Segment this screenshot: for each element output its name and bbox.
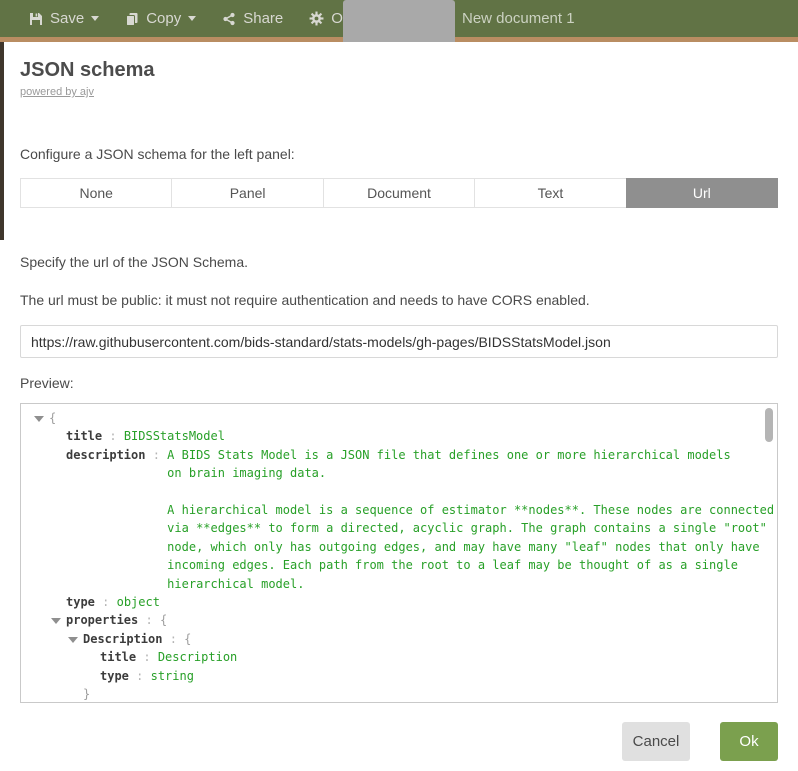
tree-row-description: description : A BIDS Stats Model is a JS… (21, 446, 777, 593)
tree-key: description (66, 446, 145, 464)
tree-value: BIDSStatsModel (124, 427, 225, 445)
tree-colon: : (102, 427, 124, 445)
copy-button[interactable]: Copy (112, 0, 209, 37)
preview-label: Preview: (20, 375, 778, 391)
tree-row-type: type : object (21, 593, 777, 611)
tree-brace: { (184, 630, 191, 648)
schema-mode-url[interactable]: Url (626, 178, 778, 208)
tree-key: properties (66, 611, 138, 629)
preview-scrollbar-thumb[interactable] (765, 408, 773, 442)
tree-key: title (100, 648, 136, 666)
tree-value: object (117, 593, 160, 611)
dialog-title: JSON schema (20, 59, 778, 82)
tree-row: { (21, 409, 777, 427)
tree-row: } (21, 685, 777, 703)
schema-url-input[interactable] (20, 325, 778, 358)
configure-label: Configure a JSON schema for the left pan… (20, 146, 778, 162)
tree-colon: : (129, 667, 151, 685)
floppy-disk-icon (29, 12, 43, 26)
tree-row-title: title : Description (21, 648, 777, 666)
share-button-label: Share (243, 10, 283, 27)
url-instruction: Specify the url of the JSON Schema. (20, 254, 778, 270)
save-button-label: Save (50, 10, 84, 27)
tree-value: A BIDS Stats Model is a JSON file that d… (167, 446, 774, 593)
document-tab[interactable] (343, 0, 455, 42)
cancel-button[interactable]: Cancel (622, 722, 690, 761)
tree-brace: { (160, 611, 167, 629)
tree-row-title: title : BIDSStatsModel (21, 427, 777, 445)
json-schema-dialog: JSON schema powered by ajv Configure a J… (0, 59, 798, 761)
share-nodes-icon (222, 12, 236, 26)
page-left-edge-strip (0, 42, 4, 240)
tree-colon: : (145, 446, 167, 464)
tree-brace: { (49, 409, 56, 427)
top-menu-bar: Save Copy Share (0, 0, 798, 42)
schema-preview-tree: {title : BIDSStatsModeldescription : A B… (20, 403, 778, 703)
caret-down-icon (188, 16, 196, 21)
triangle-down-icon[interactable] (68, 637, 78, 643)
schema-mode-none[interactable]: None (20, 178, 172, 208)
tree-colon: : (162, 630, 184, 648)
tree-row-description: Description : { (21, 630, 777, 648)
tree-colon: : (138, 611, 160, 629)
tree-key: type (66, 593, 95, 611)
triangle-down-icon[interactable] (34, 416, 44, 422)
triangle-down-icon[interactable] (51, 618, 61, 624)
caret-down-icon (91, 16, 99, 21)
tree-colon: : (95, 593, 117, 611)
tree-key: Description (83, 630, 162, 648)
tree-brace: } (83, 685, 90, 703)
url-public-note: The url must be public: it must not requ… (20, 292, 778, 308)
tree-row-properties: properties : { (21, 611, 777, 629)
gear-icon (309, 11, 324, 26)
document-title: New document 1 (462, 0, 575, 37)
copy-pages-icon (125, 12, 139, 26)
tree-key: type (100, 667, 129, 685)
tree-row-type: type : string (21, 667, 777, 685)
share-button[interactable]: Share (209, 0, 296, 37)
schema-mode-document[interactable]: Document (323, 178, 475, 208)
tree-colon: : (136, 648, 158, 666)
dialog-footer: Cancel Ok (20, 722, 778, 761)
schema-mode-selector: NonePanelDocumentTextUrl (20, 178, 778, 208)
tree-value: string (151, 667, 194, 685)
ok-button[interactable]: Ok (720, 722, 778, 761)
save-button[interactable]: Save (16, 0, 112, 37)
schema-mode-text[interactable]: Text (474, 178, 626, 208)
copy-button-label: Copy (146, 10, 181, 27)
tree-key: title (66, 427, 102, 445)
powered-by-ajv-link[interactable]: powered by ajv (20, 86, 94, 98)
tree-value: Description (158, 648, 237, 666)
schema-mode-panel[interactable]: Panel (171, 178, 323, 208)
